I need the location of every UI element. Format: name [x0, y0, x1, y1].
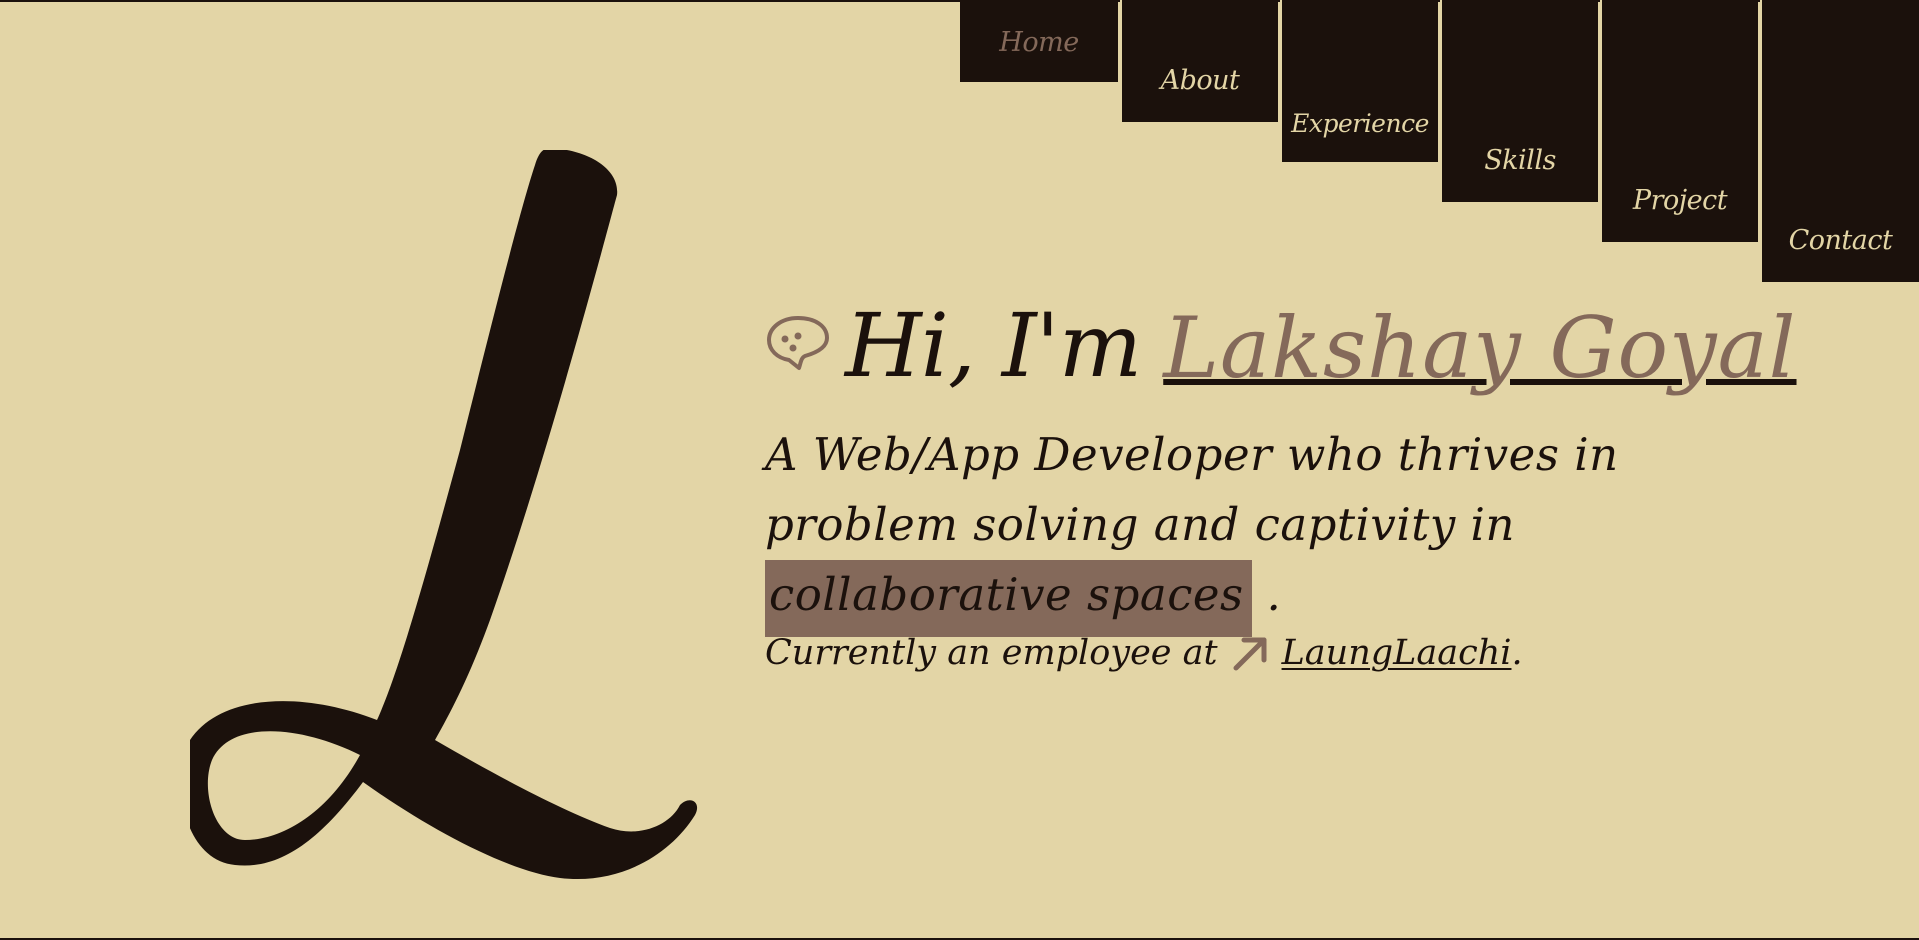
nav-item-label: About: [1160, 65, 1240, 96]
nav-item-about[interactable]: About: [1120, 0, 1278, 122]
nav-item-label: Home: [999, 27, 1079, 58]
nav-item-label: Project: [1632, 185, 1728, 216]
nav-item-label: Contact: [1788, 225, 1893, 256]
nav-item-contact[interactable]: Contact: [1760, 0, 1919, 282]
nav-item-experience[interactable]: Experience: [1280, 0, 1438, 162]
tagline-end: .: [1266, 568, 1282, 621]
nav-item-label: Experience: [1291, 109, 1429, 138]
greeting-prefix: Hi, I'm: [845, 294, 1142, 397]
greeting: Hi, I'm Lakshay Goyal: [765, 270, 1797, 390]
name-link[interactable]: Lakshay Goyal: [1163, 306, 1796, 390]
arrow-up-right-icon: [1233, 637, 1267, 671]
tagline-text: A Web/App Developer who thrives in probl…: [765, 428, 1619, 551]
nav-item-home[interactable]: Home: [960, 0, 1118, 82]
nav-item-skills[interactable]: Skills: [1440, 0, 1598, 202]
nav-item-label: Skills: [1484, 145, 1556, 176]
employment-line: Currently an employee at LaungLaachi .: [765, 625, 1523, 681]
letter-l-logo: [190, 150, 698, 879]
employment-prefix: Currently an employee at: [765, 633, 1218, 673]
employment-suffix: .: [1511, 633, 1523, 673]
tagline: A Web/App Developer who thrives in probl…: [765, 420, 1765, 637]
nav-item-project[interactable]: Project: [1600, 0, 1758, 242]
company-link[interactable]: LaungLaachi: [1282, 625, 1512, 681]
chat-bubble-icon: [767, 316, 829, 370]
